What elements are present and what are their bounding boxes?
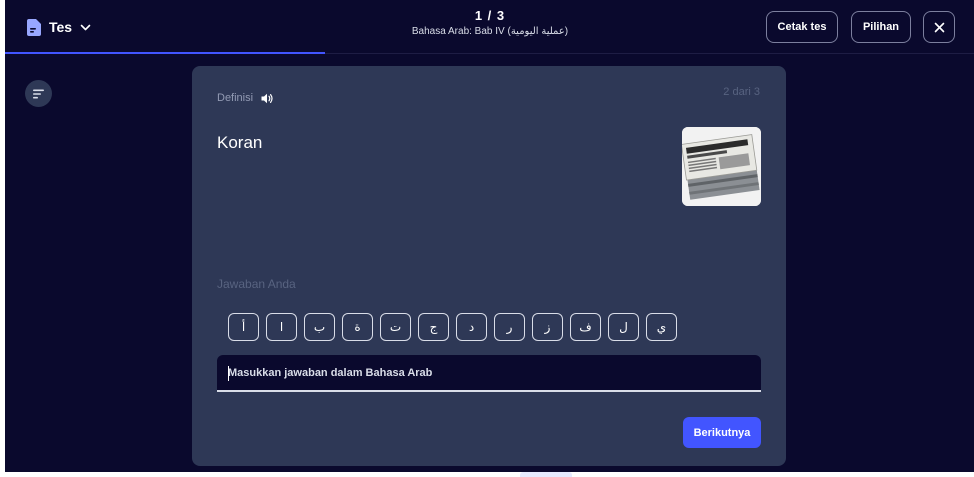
answer-label: Jawaban Anda	[217, 277, 296, 291]
character-key[interactable]: ة	[342, 313, 373, 341]
close-icon	[934, 22, 944, 32]
print-test-button[interactable]: Cetak tes	[766, 11, 838, 43]
newspaper-image[interactable]	[682, 127, 761, 206]
question-card: Definisi 2 dari 3 Koran Jawaban Anda أ ا…	[192, 66, 786, 466]
character-key[interactable]: ز	[532, 313, 563, 341]
character-key[interactable]: ج	[418, 313, 449, 341]
question-counter: 2 dari 3	[723, 86, 760, 98]
character-keyboard: أ ا ب ة ت ج د ر ز ف ل ي	[228, 313, 677, 341]
set-title: Bahasa Arab: Bab IV (عملية اليومية)	[411, 26, 569, 37]
character-key[interactable]: ا	[266, 313, 297, 341]
character-key[interactable]: ب	[304, 313, 335, 341]
mode-label: Tes	[49, 19, 73, 35]
progress-count: 1 / 3	[474, 8, 506, 23]
next-button[interactable]: Berikutnya	[683, 417, 761, 448]
character-key[interactable]: ف	[570, 313, 601, 341]
mode-switcher[interactable]: Tes	[27, 17, 91, 37]
term-text: Koran	[217, 133, 263, 152]
character-key[interactable]: د	[456, 313, 487, 341]
progress-indicator: 1 / 3 Bahasa Arab: Bab IV (عملية اليومية…	[340, 8, 640, 37]
prompt-type-label: Definisi	[217, 92, 254, 104]
close-button[interactable]	[923, 11, 955, 43]
filter-list-icon	[33, 89, 44, 98]
card-header: Definisi	[217, 92, 273, 104]
character-key[interactable]: ي	[646, 313, 677, 341]
character-key[interactable]: ت	[380, 313, 411, 341]
scroll-hint	[520, 472, 572, 477]
chevron-down-icon	[80, 24, 91, 30]
sidebar-toggle-button[interactable]	[25, 80, 52, 107]
mode-underline	[5, 52, 325, 54]
answer-input[interactable]	[217, 355, 761, 392]
text-caret	[228, 366, 229, 381]
speaker-icon[interactable]	[261, 93, 273, 104]
character-key[interactable]: ر	[494, 313, 525, 341]
app-window: Tes 1 / 3 Bahasa Arab: Bab IV (عملية الي…	[5, 0, 974, 472]
options-button[interactable]: Pilihan	[851, 11, 911, 43]
character-key[interactable]: ل	[608, 313, 639, 341]
document-icon	[27, 18, 41, 36]
character-key[interactable]: أ	[228, 313, 259, 341]
newspaper-icon	[682, 127, 761, 206]
top-bar: Tes 1 / 3 Bahasa Arab: Bab IV (عملية الي…	[5, 0, 974, 54]
